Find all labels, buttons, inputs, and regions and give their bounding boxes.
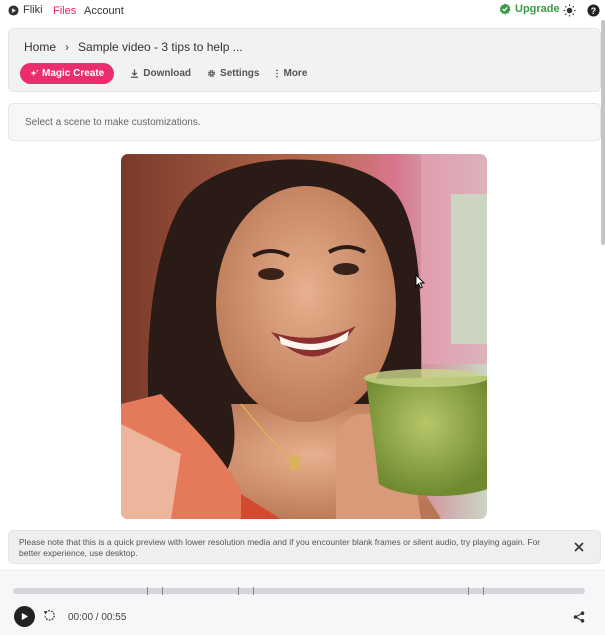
- scene-marker: [162, 587, 163, 595]
- breadcrumb-home[interactable]: Home: [24, 40, 56, 54]
- upgrade-label: Upgrade: [515, 3, 560, 15]
- svg-text:?: ?: [591, 6, 596, 16]
- brand-link[interactable]: Fliki: [8, 4, 43, 16]
- scene-hint-card: Select a scene to make customizations.: [8, 103, 601, 141]
- timeline-scrubber[interactable]: [13, 587, 585, 595]
- playback-time: 00:00 / 00:55: [68, 612, 127, 623]
- more-label: More: [283, 68, 308, 79]
- verified-badge-icon: [499, 3, 511, 15]
- more-button[interactable]: More: [275, 68, 307, 79]
- download-icon: [131, 69, 139, 78]
- video-player-controls: 00:00 / 00:55: [0, 570, 605, 635]
- magic-create-button[interactable]: Magic Create: [20, 63, 115, 84]
- page-scrollbar[interactable]: [601, 0, 605, 635]
- mouse-cursor-icon: [415, 274, 425, 289]
- scene-marker: [238, 587, 239, 595]
- video-frame-image: [121, 154, 487, 519]
- preview-notice-text: Please note that this is a quick preview…: [19, 537, 541, 558]
- more-vertical-icon: [276, 69, 279, 78]
- action-bar: Magic Create Download Settings More: [20, 63, 307, 84]
- settings-label: Settings: [220, 68, 260, 79]
- play-button[interactable]: [14, 606, 35, 627]
- video-header-card: Home › Sample video - 3 tips to help ...…: [8, 28, 601, 92]
- replay-icon[interactable]: [43, 609, 56, 622]
- nav-files-link[interactable]: Files: [53, 5, 76, 17]
- brand-name: Fliki: [23, 4, 43, 16]
- fliki-logo-icon: [8, 4, 19, 16]
- video-preview[interactable]: [121, 154, 487, 519]
- scene-marker: [483, 587, 484, 595]
- magic-create-label: Magic Create: [42, 68, 105, 79]
- fliki-editor-page: Fliki Files Account Upgrade ? Home › Sam…: [0, 0, 605, 635]
- settings-button[interactable]: Settings: [207, 68, 259, 79]
- play-icon: [21, 612, 29, 621]
- scene-marker: [147, 587, 148, 595]
- help-icon[interactable]: ?: [587, 4, 600, 17]
- scene-hint-text: Select a scene to make customizations.: [25, 117, 201, 128]
- top-nav: Fliki Files Account Upgrade ?: [0, 0, 605, 22]
- close-icon[interactable]: [572, 540, 586, 554]
- gear-icon: [207, 69, 216, 78]
- share-icon[interactable]: [573, 611, 585, 623]
- upgrade-button[interactable]: Upgrade: [499, 3, 560, 15]
- scrollbar-thumb[interactable]: [601, 20, 605, 245]
- download-label: Download: [143, 68, 192, 79]
- preview-notice-banner: Please note that this is a quick preview…: [8, 530, 601, 564]
- download-button[interactable]: Download: [130, 68, 191, 79]
- scene-marker: [253, 587, 254, 595]
- theme-toggle-icon[interactable]: [563, 4, 576, 17]
- nav-account-link[interactable]: Account: [84, 5, 124, 17]
- breadcrumb: Home › Sample video - 3 tips to help ...: [24, 40, 243, 54]
- scene-marker: [468, 587, 469, 595]
- breadcrumb-separator: ›: [65, 40, 70, 54]
- sparkle-icon: [30, 69, 39, 77]
- breadcrumb-current[interactable]: Sample video - 3 tips to help ...: [78, 40, 243, 54]
